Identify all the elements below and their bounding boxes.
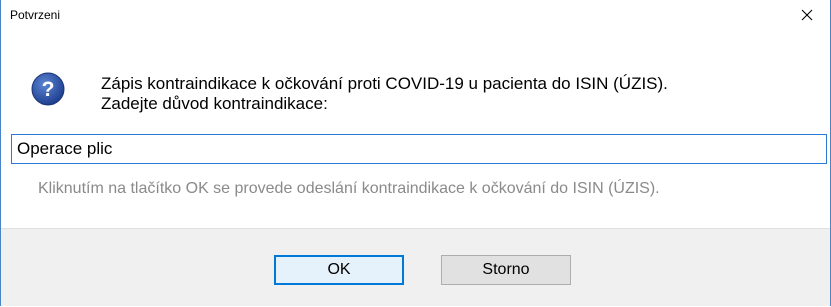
window-title: Potvrzeni xyxy=(10,8,61,22)
question-icon: ? xyxy=(31,72,65,106)
hint-text: Kliknutím na tlačítko OK se provede odes… xyxy=(38,180,660,197)
message-text: Zápis kontraindikace k očkování proti CO… xyxy=(101,74,668,114)
button-bar: OK Storno xyxy=(1,228,830,306)
reason-input[interactable] xyxy=(11,134,827,164)
title-bar[interactable]: Potvrzeni xyxy=(1,0,830,30)
close-icon xyxy=(801,9,813,21)
confirmation-dialog: Potvrzeni ? Zápis kontraindikace k očkov… xyxy=(0,0,831,306)
message-line-1: Zápis kontraindikace k očkování proti CO… xyxy=(101,74,668,93)
message-line-2: Zadejte důvod kontraindikace: xyxy=(101,94,328,113)
close-button[interactable] xyxy=(784,0,830,30)
dialog-content: ? Zápis kontraindikace k očkování proti … xyxy=(1,30,830,228)
svg-text:?: ? xyxy=(42,78,55,101)
cancel-button[interactable]: Storno xyxy=(441,255,571,285)
ok-button[interactable]: OK xyxy=(274,255,404,285)
